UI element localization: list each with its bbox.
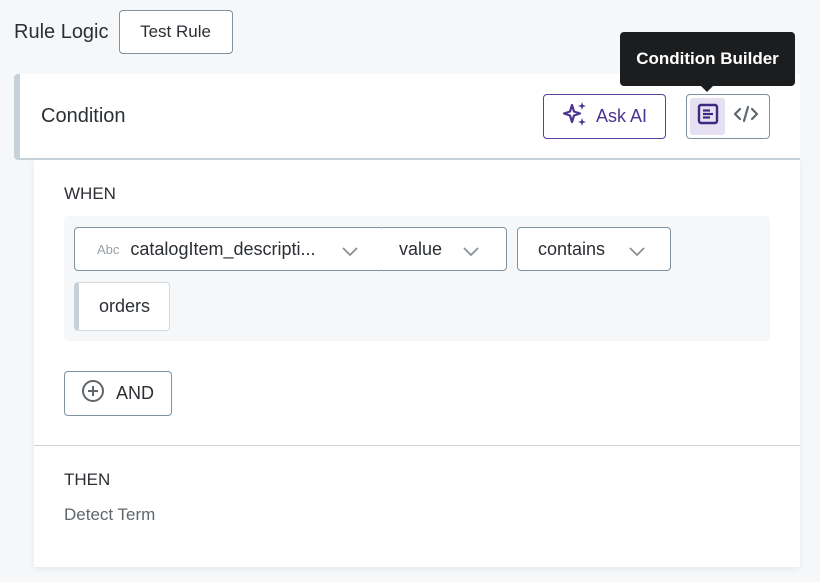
and-label: AND — [116, 383, 155, 403]
sparkle-icon — [562, 101, 588, 132]
operator-select[interactable]: contains — [517, 227, 671, 271]
condition-row: Abc catalogItem_descripti... value conta… — [64, 216, 770, 341]
rule-logic-header: Rule Logic Test Rule — [14, 10, 233, 54]
condition-card: Condition Ask AI WHEN Abc catalogItem_de… — [14, 74, 800, 567]
view-toggle — [686, 94, 770, 139]
condition-header: Condition Ask AI — [14, 74, 800, 160]
chevron-down-icon — [341, 242, 359, 263]
chevron-down-icon — [628, 242, 646, 263]
ask-ai-button[interactable]: Ask AI — [543, 94, 666, 139]
condition-builder-tooltip: Condition Builder — [620, 32, 795, 92]
when-label: WHEN — [64, 184, 116, 203]
property-select[interactable]: value — [382, 227, 507, 271]
condition-builder-toggle[interactable] — [690, 98, 725, 135]
condition-body: WHEN Abc catalogItem_descripti... value … — [34, 160, 800, 567]
test-rule-button[interactable]: Test Rule — [118, 10, 233, 54]
text-type-badge: Abc — [97, 241, 120, 257]
field-select-value: catalogItem_descripti... — [130, 238, 316, 259]
page-title: Rule Logic — [14, 20, 109, 43]
code-view-toggle[interactable] — [728, 98, 763, 135]
chevron-down-icon — [462, 242, 480, 263]
code-icon — [733, 105, 759, 128]
add-and-button[interactable]: AND — [64, 371, 172, 416]
then-action: Detect Term — [64, 505, 156, 524]
list-form-icon — [697, 103, 719, 130]
value-input[interactable]: orders — [74, 282, 170, 331]
then-label: THEN — [64, 470, 111, 489]
property-select-value: value — [399, 238, 443, 259]
ask-ai-label: Ask AI — [595, 106, 648, 126]
field-select[interactable]: Abc catalogItem_descripti... — [74, 227, 384, 271]
plus-circle-icon — [81, 379, 105, 408]
condition-title: Condition — [41, 104, 126, 127]
operator-select-value: contains — [538, 238, 606, 259]
section-divider — [34, 445, 800, 446]
